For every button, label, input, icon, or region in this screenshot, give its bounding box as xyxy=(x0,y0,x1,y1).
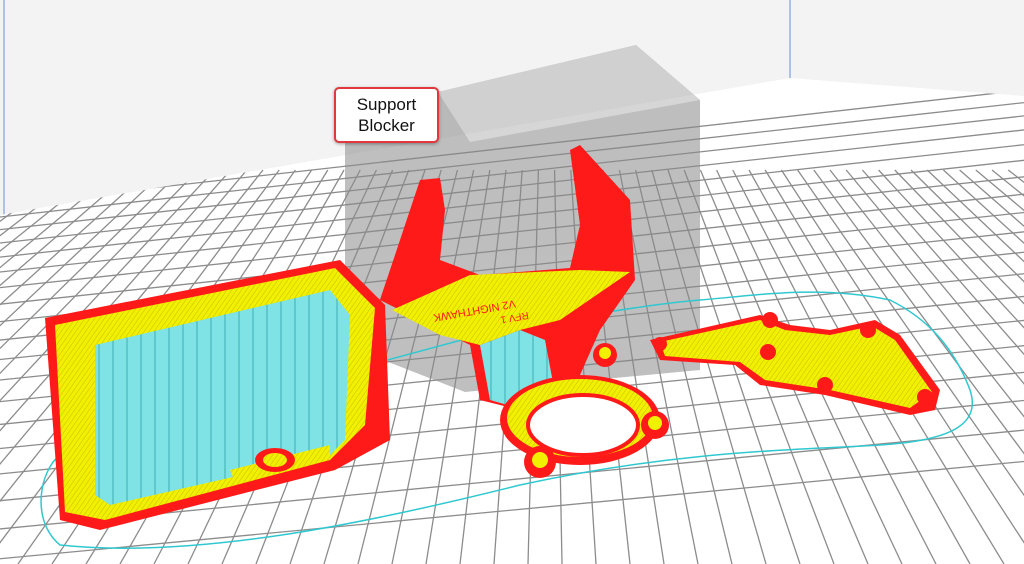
callout-line1: Support xyxy=(356,95,417,114)
support-blocker-callout: Support Blocker xyxy=(334,87,439,143)
3d-viewport[interactable]: V2 NIGHTHAWK RFV 1 Support Blocker xyxy=(0,0,1024,564)
callout-line2: Blocker xyxy=(358,116,415,135)
layer-view-scene[interactable]: V2 NIGHTHAWK RFV 1 xyxy=(0,0,1024,564)
